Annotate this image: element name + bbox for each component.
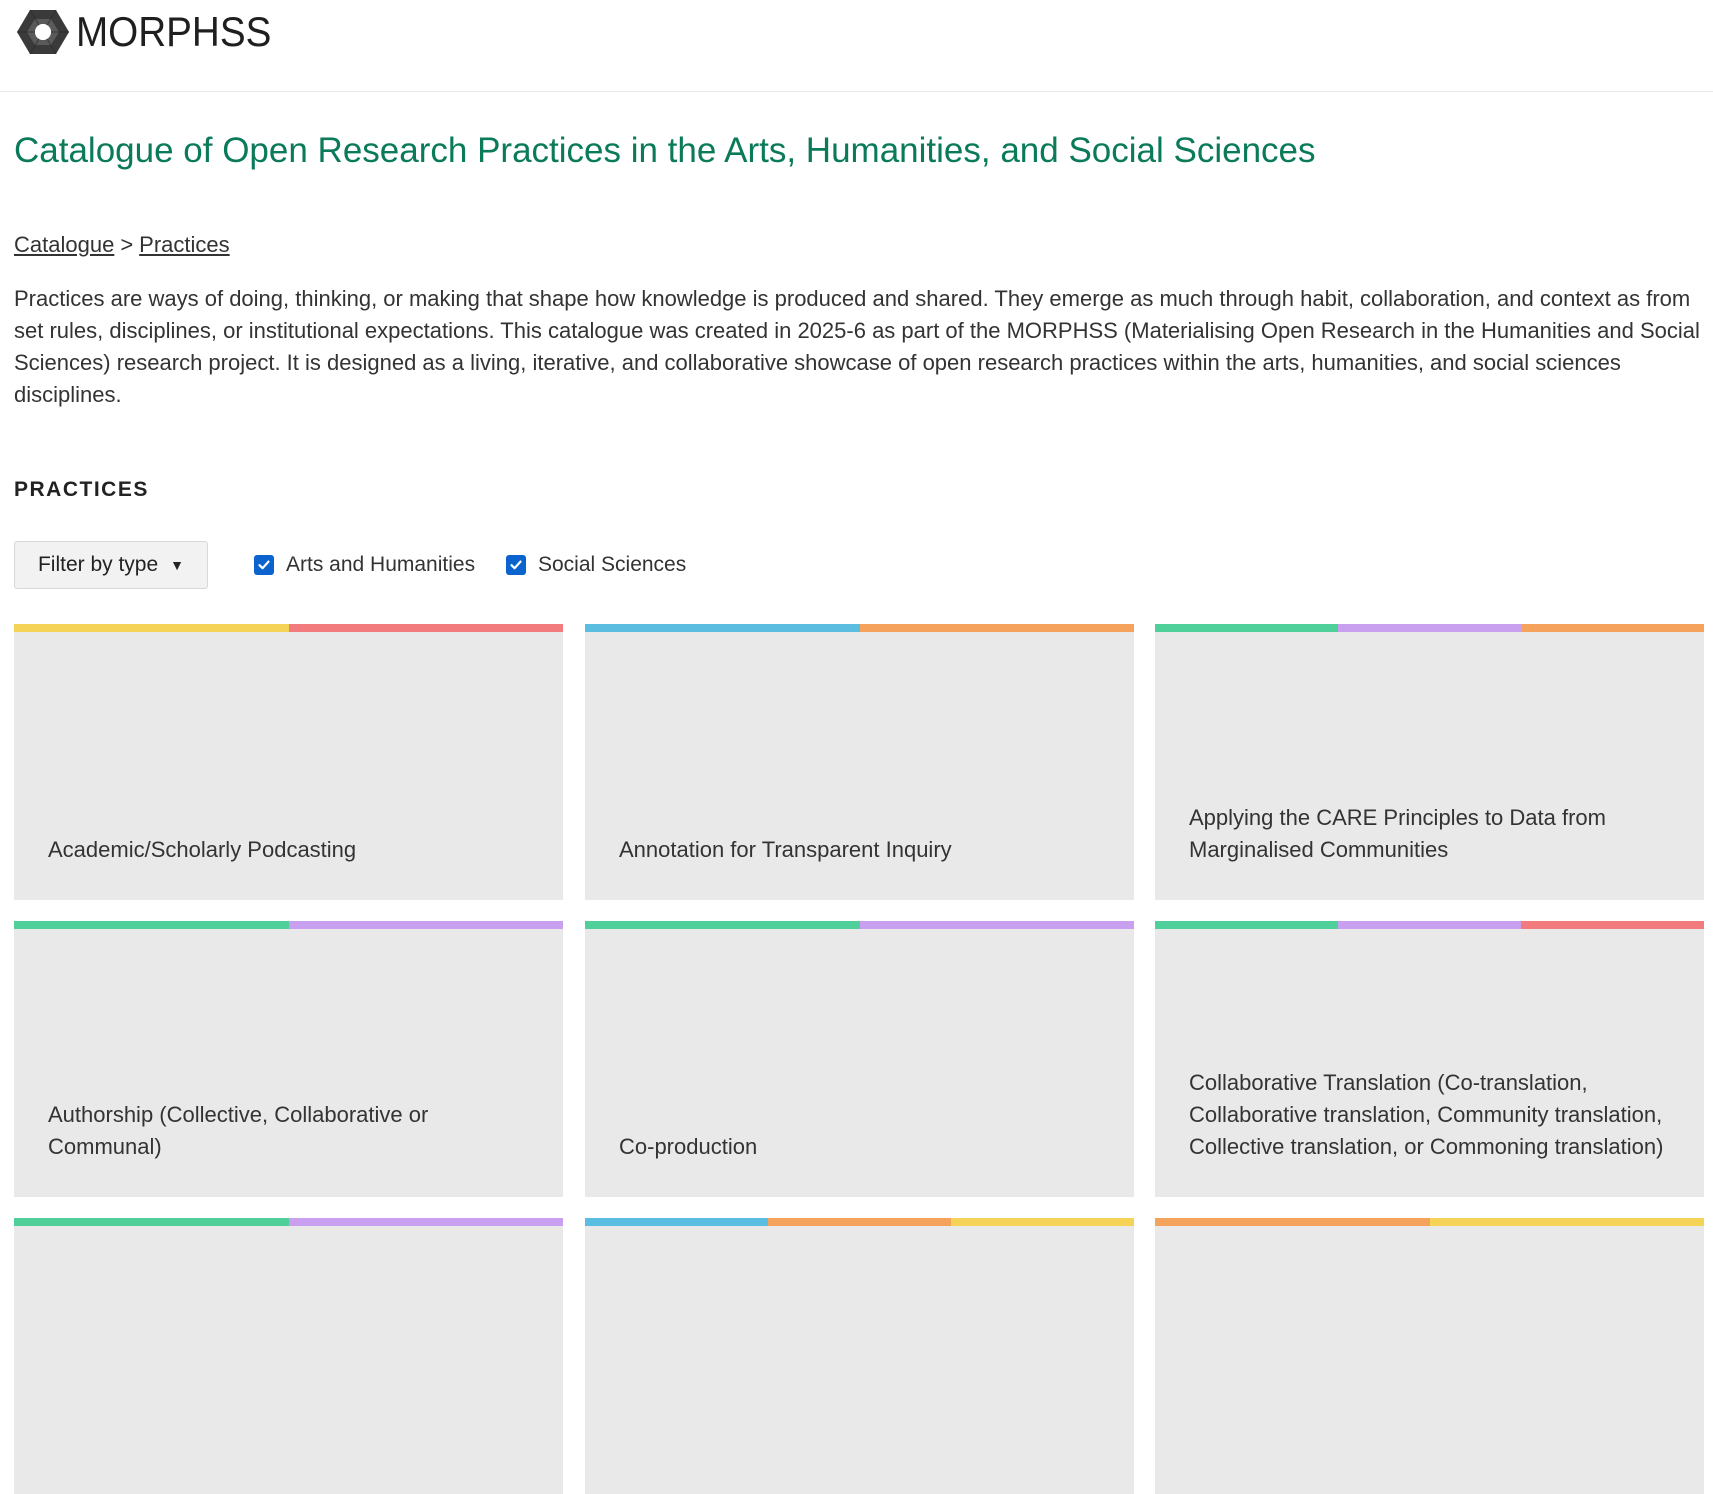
stripe-segment <box>288 1218 563 1226</box>
stripe-segment <box>1521 921 1704 929</box>
stripe-segment <box>14 1218 289 1226</box>
practice-card-title: Applying the CARE Principles to Data fro… <box>1189 805 1606 862</box>
filter-checkbox-arts-humanities[interactable]: Arts and Humanities <box>254 551 475 579</box>
stripe-segment <box>1338 921 1521 929</box>
breadcrumb: Catalogue > Practices <box>14 231 230 259</box>
intro-paragraph: Practices are ways of doing, thinking, o… <box>14 286 1700 407</box>
stripe-segment <box>1521 624 1704 632</box>
stripe-segment <box>859 624 1134 632</box>
card-discipline-stripe <box>14 624 563 632</box>
site-logo[interactable]: MORPHSS <box>16 8 288 56</box>
stripe-segment <box>288 624 563 632</box>
practice-card-title: Authorship (Collective, Collaborative or… <box>48 1102 429 1159</box>
brand-name: MORPHSS <box>76 8 272 55</box>
stripe-segment <box>585 624 860 632</box>
breadcrumb-link-practices[interactable]: Practices <box>139 232 229 257</box>
stripe-segment <box>951 1218 1134 1226</box>
stripe-segment <box>1429 1218 1704 1226</box>
card-discipline-stripe <box>585 1218 1134 1226</box>
section-heading-practices: PRACTICES <box>14 478 149 501</box>
checkmark-icon <box>510 560 522 570</box>
practice-card[interactable]: Authorship (Collective, Collaborative or… <box>14 921 563 1197</box>
stripe-segment <box>14 921 289 929</box>
practice-card[interactable] <box>1155 1218 1704 1494</box>
practice-card[interactable]: Applying the CARE Principles to Data fro… <box>1155 624 1704 900</box>
card-discipline-stripe <box>585 624 1134 632</box>
hexagon-ring-icon <box>17 9 69 55</box>
practice-card-title: Co-production <box>619 1134 758 1159</box>
site-header: MORPHSS <box>0 0 1713 92</box>
practice-card[interactable]: Academic/Scholarly Podcasting <box>14 624 563 900</box>
stripe-segment <box>1155 921 1338 929</box>
breadcrumb-link-catalogue[interactable]: Catalogue <box>14 232 114 257</box>
stripe-segment <box>1338 624 1521 632</box>
card-discipline-stripe <box>1155 624 1704 632</box>
stripe-segment <box>859 921 1134 929</box>
card-discipline-stripe <box>1155 1218 1704 1226</box>
filter-option-label: Social Sciences <box>538 553 687 576</box>
practice-card[interactable] <box>585 1218 1134 1494</box>
stripe-segment <box>288 921 563 929</box>
stripe-segment <box>585 921 860 929</box>
checkbox-checked-icon[interactable] <box>506 555 526 575</box>
checkmark-icon <box>258 560 270 570</box>
caret-down-icon: ▼ <box>170 557 185 573</box>
card-discipline-stripe <box>585 921 1134 929</box>
stripe-segment <box>14 624 289 632</box>
breadcrumb-separator: > <box>120 232 134 257</box>
filter-button-label: Filter by type <box>37 553 159 576</box>
stripe-segment <box>768 1218 951 1226</box>
stripe-segment <box>1155 1218 1430 1226</box>
card-discipline-stripe <box>14 1218 563 1226</box>
practice-card[interactable]: Co-production <box>585 921 1134 1197</box>
practice-card[interactable] <box>14 1218 563 1494</box>
stripe-segment <box>585 1218 768 1226</box>
stripe-segment <box>1155 624 1338 632</box>
practice-card[interactable]: Collaborative Translation (Co-translatio… <box>1155 921 1704 1197</box>
card-discipline-stripe <box>1155 921 1704 929</box>
page-title: Catalogue of Open Research Practices in … <box>14 131 1316 170</box>
filter-by-type-button[interactable]: Filter by type ▼ <box>14 541 208 589</box>
practice-card-title: Annotation for Transparent Inquiry <box>619 837 952 862</box>
filter-option-label: Arts and Humanities <box>286 553 476 576</box>
practice-card-title: Collaborative Translation (Co-translatio… <box>1189 1070 1664 1159</box>
practice-card[interactable]: Annotation for Transparent Inquiry <box>585 624 1134 900</box>
filter-checkbox-social-sciences[interactable]: Social Sciences <box>506 551 686 579</box>
practice-card-title: Academic/Scholarly Podcasting <box>48 837 357 862</box>
checkbox-checked-icon[interactable] <box>254 555 274 575</box>
card-discipline-stripe <box>14 921 563 929</box>
